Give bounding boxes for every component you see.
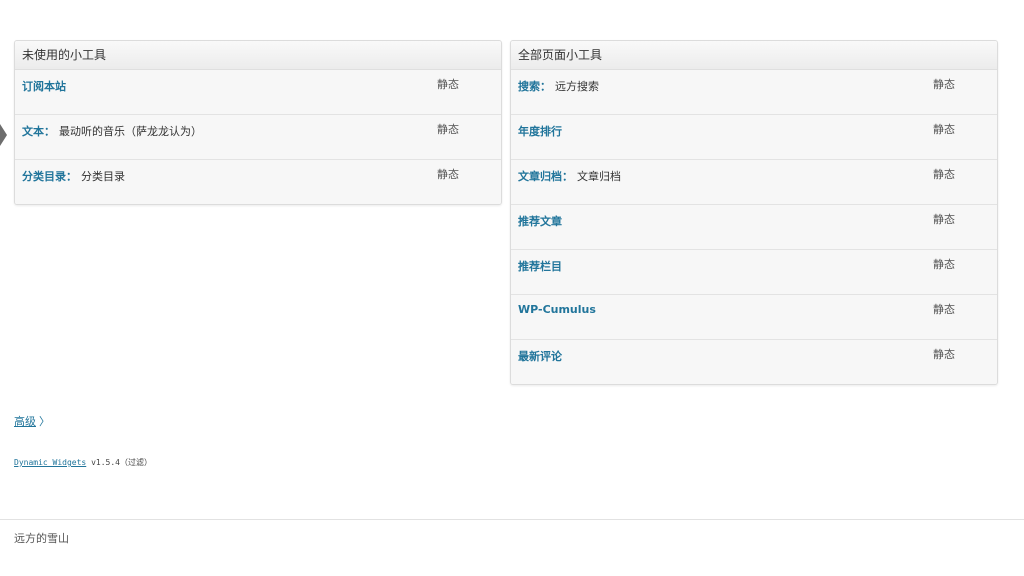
widget-title[interactable]: 最新评论 bbox=[518, 348, 566, 364]
widget-row[interactable]: 文章归档： 文章归档 静态 bbox=[511, 160, 997, 205]
widget-status: 静态 bbox=[437, 78, 459, 91]
all-pages-widgets-title: 全部页面小工具 bbox=[511, 41, 997, 70]
dynamic-widgets-link[interactable]: Dynamic Widgets bbox=[14, 458, 86, 467]
widget-status: 静态 bbox=[437, 168, 459, 181]
plugin-info: Dynamic Widgets v1.5.4（过滤） bbox=[14, 457, 152, 468]
footer-site-name: 远方的雪山 bbox=[14, 532, 69, 545]
widget-title[interactable]: 推荐栏目 bbox=[518, 258, 566, 274]
plugin-version: v1.5.4（过滤） bbox=[91, 458, 152, 467]
widget-status: 静态 bbox=[933, 258, 955, 271]
advanced-link[interactable]: 高级〉 bbox=[14, 413, 50, 429]
widget-row[interactable]: 分类目录： 分类目录 静态 bbox=[15, 160, 501, 204]
widget-title[interactable]: 文章归档： 文章归档 bbox=[518, 168, 621, 184]
widget-row[interactable]: 文本： 最动听的音乐（萨龙龙认为） 静态 bbox=[15, 115, 501, 160]
widget-row[interactable]: 推荐栏目 静态 bbox=[511, 250, 997, 295]
widget-row[interactable]: 年度排行 静态 bbox=[511, 115, 997, 160]
collapse-arrow-icon[interactable] bbox=[0, 124, 7, 146]
widget-title[interactable]: 年度排行 bbox=[518, 123, 566, 139]
widget-row[interactable]: 搜索： 远方搜索 静态 bbox=[511, 70, 997, 115]
unused-widgets-title: 未使用的小工具 bbox=[15, 41, 501, 70]
widget-row[interactable]: 最新评论 静态 bbox=[511, 340, 997, 384]
widget-status: 静态 bbox=[437, 123, 459, 136]
advanced-label[interactable]: 高级 bbox=[14, 415, 36, 428]
widgets-page: 未使用的小工具 订阅本站 静态 文本： 最动听的音乐（萨龙龙认为） 静态 分类目录… bbox=[0, 0, 1024, 576]
widget-status: 静态 bbox=[933, 303, 955, 316]
widget-title[interactable]: WP-Cumulus bbox=[518, 303, 600, 316]
widget-status: 静态 bbox=[933, 168, 955, 181]
widget-status: 静态 bbox=[933, 123, 955, 136]
widget-status: 静态 bbox=[933, 78, 955, 91]
footer-divider bbox=[0, 519, 1024, 520]
widget-title[interactable]: 分类目录： 分类目录 bbox=[22, 168, 125, 184]
widget-row[interactable]: 推荐文章 静态 bbox=[511, 205, 997, 250]
unused-widgets-panel: 未使用的小工具 订阅本站 静态 文本： 最动听的音乐（萨龙龙认为） 静态 分类目录… bbox=[14, 40, 502, 205]
widget-status: 静态 bbox=[933, 348, 955, 361]
widget-title[interactable]: 搜索： 远方搜索 bbox=[518, 78, 599, 94]
all-pages-widgets-panel: 全部页面小工具 搜索： 远方搜索 静态 年度排行 静态 文章归档： 文章归档 静态 … bbox=[510, 40, 998, 385]
widget-title[interactable]: 订阅本站 bbox=[22, 78, 70, 94]
chevron-right-icon: 〉 bbox=[39, 415, 50, 428]
widget-status: 静态 bbox=[933, 213, 955, 226]
widget-row[interactable]: 订阅本站 静态 bbox=[15, 70, 501, 115]
widget-row[interactable]: WP-Cumulus 静态 bbox=[511, 295, 997, 340]
widget-title[interactable]: 文本： 最动听的音乐（萨龙龙认为） bbox=[22, 123, 202, 139]
widget-title[interactable]: 推荐文章 bbox=[518, 213, 566, 229]
